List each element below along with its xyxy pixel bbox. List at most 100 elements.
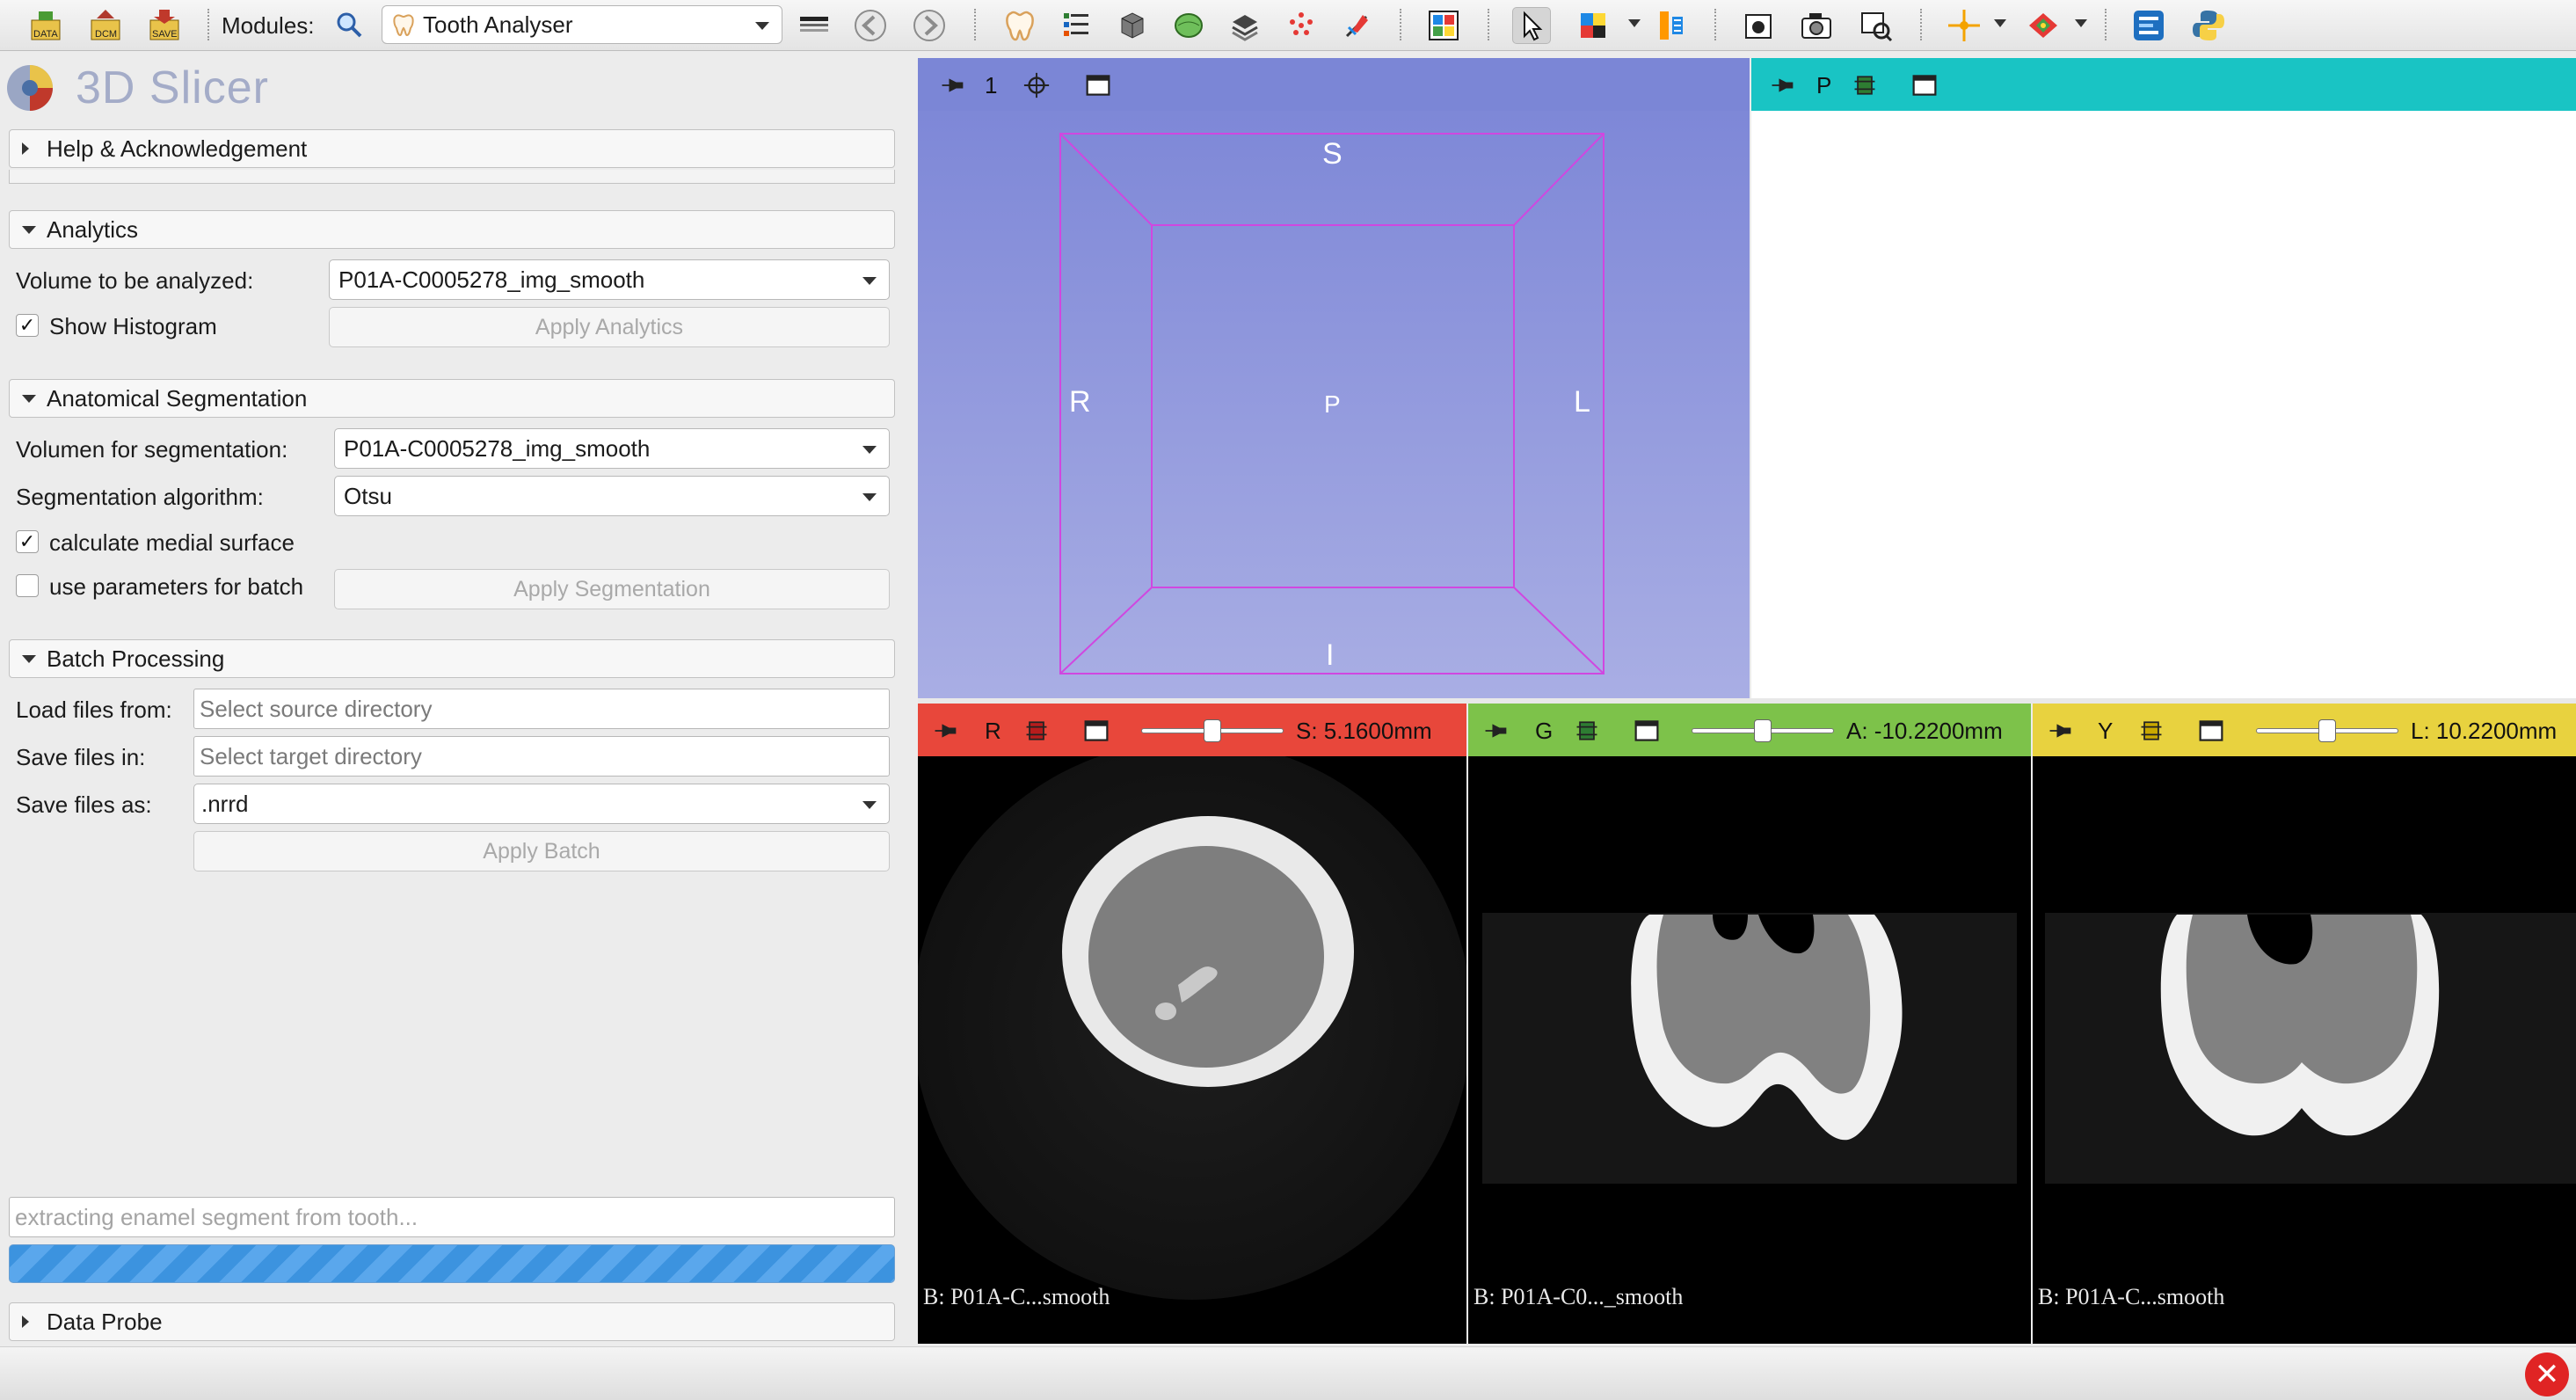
coronal-slice-image <box>1482 913 2017 1184</box>
extension-manager-icon[interactable] <box>2129 7 2168 44</box>
save-format-select[interactable]: .nrrd <box>193 784 890 824</box>
center-view-icon[interactable] <box>1022 70 1052 100</box>
save-icon[interactable]: SAVE <box>145 7 184 44</box>
apply-segmentation-button[interactable]: Apply Segmentation <box>334 569 890 609</box>
forward-icon[interactable] <box>910 7 949 44</box>
segmentation-section-header[interactable]: Anatomical Segmentation <box>9 379 895 418</box>
pin-icon[interactable] <box>937 70 967 100</box>
slicer-logo-icon <box>5 63 55 113</box>
yellow-slice-slider-handle[interactable] <box>2318 719 2336 742</box>
plot-view-label: P <box>1816 72 1832 98</box>
capture-icon[interactable] <box>1739 7 1778 44</box>
help-section-header[interactable]: Help & Acknowledgement <box>9 129 895 168</box>
green-background-layer: B: P01A-C0..._smooth <box>1474 1284 1684 1309</box>
green-slice-view[interactable]: G A: -10.2200mm B: P01A-C0..._smooth <box>1468 704 2031 1344</box>
layout-grid-icon[interactable] <box>1424 7 1463 44</box>
plot-view-bar: P <box>1751 58 2576 111</box>
chevron-down-icon[interactable] <box>2075 19 2087 27</box>
tooth-module-icon[interactable] <box>1001 7 1039 44</box>
window-level-icon[interactable] <box>1574 7 1612 44</box>
maximize-view-icon[interactable] <box>1632 716 1662 746</box>
module-panel: 3D Slicer Help & Acknowledgement Analyti… <box>0 52 916 1346</box>
source-directory-input[interactable]: Select source directory <box>193 689 890 729</box>
maximize-view-icon[interactable] <box>1083 70 1113 100</box>
chevron-right-icon <box>22 1316 29 1328</box>
apply-batch-button[interactable]: Apply Batch <box>193 831 890 871</box>
markups-icon[interactable] <box>1282 7 1321 44</box>
progress-bar <box>9 1244 895 1283</box>
chevron-down-icon <box>22 226 36 234</box>
pin-icon[interactable] <box>1767 70 1797 100</box>
models-icon[interactable] <box>1169 7 1208 44</box>
slice-settings-icon[interactable] <box>1022 716 1052 746</box>
green-slice-slider-handle[interactable] <box>1754 719 1772 742</box>
plot-view[interactable]: P <box>1751 58 2576 698</box>
layout-icon[interactable] <box>795 7 833 44</box>
crosshair-icon[interactable] <box>1945 7 1983 44</box>
save-as-label: Save files as: <box>16 791 152 818</box>
target-directory-placeholder: Select target directory <box>200 742 422 769</box>
maximize-view-icon[interactable] <box>1910 70 1939 100</box>
volume-rendering-icon[interactable] <box>1113 7 1152 44</box>
maximize-view-icon[interactable] <box>2196 716 2226 746</box>
orientation-right: R <box>1069 385 1091 419</box>
three-d-view[interactable]: 1 S I R L P <box>918 58 1750 698</box>
svg-text:SAVE: SAVE <box>152 29 178 40</box>
python-icon[interactable] <box>2189 7 2228 44</box>
segmentation-volume-select[interactable]: P01A-C0005278_img_smooth <box>334 428 890 469</box>
screen-capture-icon[interactable] <box>1857 7 1896 44</box>
volume-analyzed-label: Volume to be analyzed: <box>16 267 254 294</box>
chevron-down-icon[interactable] <box>1628 19 1641 27</box>
segment-editor-icon[interactable] <box>1226 7 1264 44</box>
place-fiducial-icon[interactable] <box>2024 7 2063 44</box>
search-icon[interactable] <box>331 7 369 44</box>
pointer-icon[interactable] <box>1512 7 1551 44</box>
source-directory-placeholder: Select source directory <box>200 695 433 722</box>
back-icon[interactable] <box>851 7 890 44</box>
data-icon[interactable]: DATA <box>26 7 65 44</box>
batch-params-checkbox[interactable] <box>16 574 39 597</box>
analytics-section-title: Analytics <box>47 215 139 243</box>
error-log-icon[interactable]: ✕ <box>2525 1353 2569 1396</box>
pin-icon[interactable] <box>2045 716 2075 746</box>
segmentation-algorithm-select[interactable]: Otsu <box>334 476 890 516</box>
save-format-value: .nrrd <box>201 790 249 817</box>
yellow-slice-view[interactable]: Y L: 10.2200mm B: P01A-C...smooth <box>2033 704 2576 1344</box>
segmentation-section-title: Anatomical Segmentation <box>47 384 308 412</box>
chevron-right-icon <box>22 142 29 155</box>
data-probe-section-header[interactable]: Data Probe <box>9 1302 895 1341</box>
chevron-down-icon <box>862 493 877 501</box>
segmentation-volume-label: Volumen for segmentation: <box>16 436 288 463</box>
pin-icon[interactable] <box>1481 716 1510 746</box>
slice-settings-icon[interactable] <box>2136 716 2166 746</box>
progress-fill <box>10 1245 894 1282</box>
module-selector[interactable]: Tooth Analyser <box>382 5 782 44</box>
mouse-mode-icon[interactable] <box>1653 7 1692 44</box>
batch-section-header[interactable]: Batch Processing <box>9 639 895 678</box>
help-section-body <box>9 170 895 184</box>
medial-surface-checkbox[interactable]: ✓ <box>16 530 39 553</box>
red-slice-view[interactable]: R S: 5.1600mm B: P01A-C...smooth <box>918 704 1466 1344</box>
slice-settings-icon[interactable] <box>1572 716 1602 746</box>
show-histogram-label: Show Histogram <box>49 313 217 339</box>
maximize-view-icon[interactable] <box>1081 716 1111 746</box>
chevron-down-icon[interactable] <box>1994 19 2006 27</box>
toolbar-separator <box>974 9 978 40</box>
camera-icon[interactable] <box>1797 7 1836 44</box>
segmentation-algorithm-value: Otsu <box>344 482 392 509</box>
pin-icon[interactable] <box>930 716 960 746</box>
show-histogram-checkbox[interactable]: ✓ <box>16 314 39 337</box>
chevron-down-icon <box>862 801 877 809</box>
target-directory-input[interactable]: Select target directory <box>193 736 890 777</box>
volume-analyzed-select[interactable]: P01A-C0005278_img_smooth <box>329 259 890 300</box>
apply-analytics-button[interactable]: Apply Analytics <box>329 307 890 347</box>
red-slice-slider-handle[interactable] <box>1204 719 1221 742</box>
plot-settings-icon[interactable] <box>1850 70 1880 100</box>
transforms-icon[interactable] <box>1338 7 1377 44</box>
analytics-section-header[interactable]: Analytics <box>9 210 895 249</box>
dcm-icon[interactable]: DCM <box>86 7 125 44</box>
toolbar-separator <box>1400 9 1403 40</box>
data-module-icon[interactable] <box>1057 7 1095 44</box>
green-slice-label: G <box>1535 718 1554 744</box>
status-message: extracting enamel segment from tooth... <box>15 1203 418 1230</box>
